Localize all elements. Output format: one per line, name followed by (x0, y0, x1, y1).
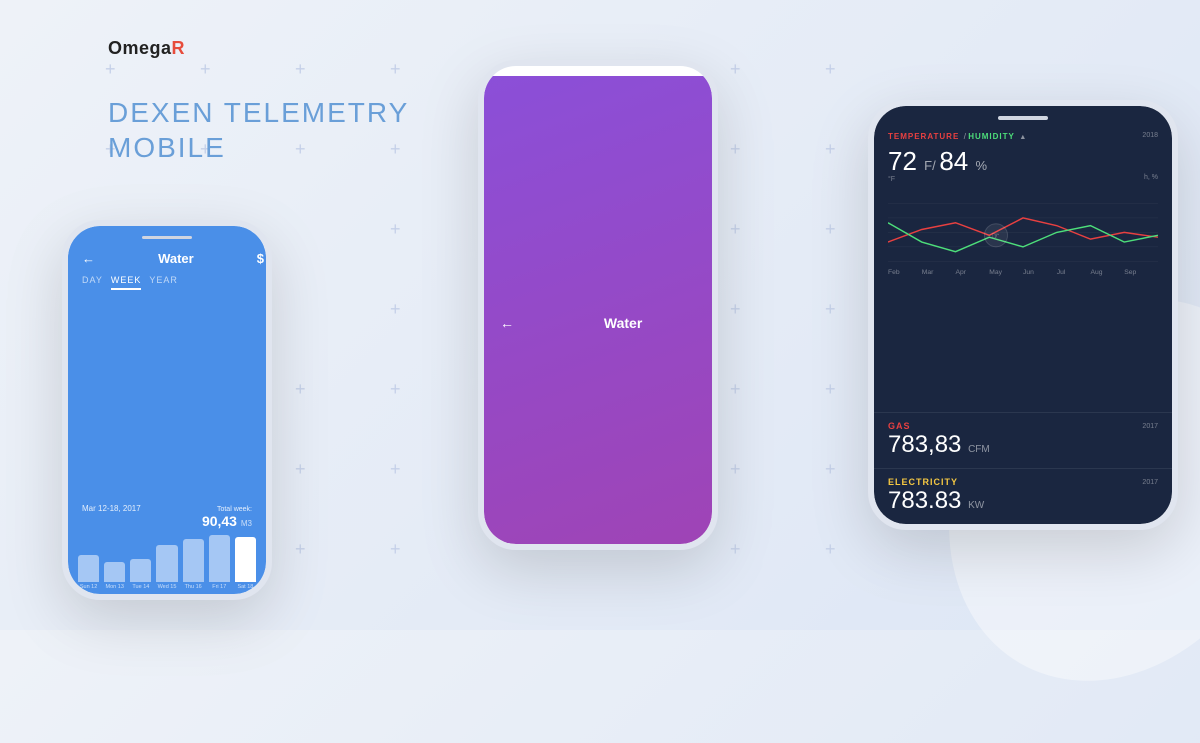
center-title: Water (604, 315, 642, 331)
tagline: DEXEN TELEMETRY MOBILE (108, 95, 409, 165)
gas-section: GAS 2017 783,83 CFM (874, 412, 1172, 468)
bar-label: Thu 16 (183, 584, 204, 590)
svg-text:May: May (989, 269, 1002, 276)
temp-chart-svg: Feb Mar Apr May Jun Jul Aug Sep ☞ (888, 189, 1158, 276)
left-bar-chart (68, 535, 266, 582)
svg-text:Apr: Apr (956, 269, 967, 276)
temp-axis-labels: °F h, % (888, 174, 1158, 183)
decorative-plus: + (825, 60, 836, 78)
left-date-row: Mar 12-18, 2017 Total week: 90,43 M3 (68, 498, 266, 531)
svg-text:Mar: Mar (922, 269, 934, 276)
decorative-plus: + (295, 540, 306, 558)
bar-label: Tue 14 (130, 584, 151, 590)
decorative-plus: + (390, 540, 401, 558)
svg-text:Jun: Jun (1023, 269, 1034, 276)
decorative-plus: + (825, 460, 836, 478)
bar-item (183, 539, 204, 582)
left-phone-header: ← Water $ DAY WEEK YEAR (68, 239, 266, 499)
left-nav-tabs: DAY WEEK YEAR (82, 272, 264, 290)
left-phone-title: Water (158, 251, 194, 266)
left-tab-day[interactable]: DAY (82, 272, 103, 290)
left-total-col: Total week: 90,43 M3 (202, 506, 252, 529)
bar-item (156, 545, 177, 582)
left-total-label: Total week: (202, 506, 252, 513)
decorative-plus: + (730, 380, 741, 398)
decorative-plus: + (105, 60, 116, 78)
temp-unit: F/ (924, 158, 939, 173)
decorative-plus: + (730, 60, 741, 78)
decorative-plus: + (730, 220, 741, 238)
center-phone: ← Water $ DAY WEEK YEAR Mar 18, 2017 TOT… (478, 60, 718, 550)
decorative-plus: + (825, 140, 836, 158)
decorative-plus: + (295, 60, 306, 78)
bar-label: Wed 15 (156, 584, 177, 590)
decorative-plus: + (390, 380, 401, 398)
decorative-plus: + (390, 300, 401, 318)
svg-text:Sep: Sep (1124, 269, 1136, 276)
elec-section: ELECTRICITY 2017 783.83 KW (874, 468, 1172, 524)
decorative-plus: + (825, 220, 836, 238)
left-phone: ← Water $ DAY WEEK YEAR Mar 12-18, 2017 … (62, 220, 272, 600)
center-header-row: ← Water $ (500, 76, 712, 544)
bar-label: Sun 12 (78, 584, 99, 590)
bar-item (235, 537, 256, 582)
left-tab-week[interactable]: WEEK (111, 272, 142, 290)
bar-label: Mon 13 (104, 584, 125, 590)
bar-item (78, 555, 99, 582)
right-phone: TEMPERATURE / HUMIDITY ▲ 2018 72 F/ 84 %… (868, 100, 1178, 530)
decorative-plus: + (295, 380, 306, 398)
bar-item (209, 535, 230, 582)
svg-text:Feb: Feb (888, 269, 900, 276)
bar-item (104, 562, 125, 582)
decorative-plus: + (390, 60, 401, 78)
bar-label: Fri 17 (209, 584, 230, 590)
left-total-value: 90,43 M3 (202, 513, 252, 529)
left-tab-year[interactable]: YEAR (149, 272, 178, 290)
right-phone-screen: TEMPERATURE / HUMIDITY ▲ 2018 72 F/ 84 %… (874, 106, 1172, 524)
decorative-plus: + (730, 460, 741, 478)
decorative-plus: + (730, 300, 741, 318)
left-date-label: Mar 12-18, 2017 (82, 504, 141, 513)
decorative-plus: + (295, 460, 306, 478)
temp-header: TEMPERATURE / HUMIDITY ▲ 2018 (888, 126, 1158, 144)
dollar-icon[interactable]: $ (257, 251, 264, 266)
center-back-icon[interactable]: ← (500, 315, 514, 331)
logo: OmegaR (108, 38, 185, 59)
decorative-plus: + (825, 540, 836, 558)
center-hero: ← Water $ DAY WEEK YEAR Mar 18, 2017 TOT… (484, 76, 712, 544)
left-header-row: ← Water $ (82, 251, 264, 266)
decorative-plus: + (200, 60, 211, 78)
bar-label: Sat 18 (235, 584, 256, 590)
bar-item (130, 559, 151, 582)
decorative-plus: + (825, 300, 836, 318)
temp-reading: 72 F/ 84 % (888, 148, 1158, 174)
decorative-plus: + (730, 140, 741, 158)
decorative-plus: + (390, 460, 401, 478)
temp-section: TEMPERATURE / HUMIDITY ▲ 2018 72 F/ 84 %… (874, 120, 1172, 412)
svg-text:☞: ☞ (991, 231, 1000, 242)
left-bar-labels: Sun 12 Mon 13 Tue 14 Wed 15 Thu 16 Fri 17 Sat … (68, 582, 266, 594)
temp-label: TEMPERATURE / HUMIDITY ▲ (888, 126, 1026, 144)
decorative-plus: + (390, 220, 401, 238)
svg-text:Aug: Aug (1090, 269, 1102, 276)
decorative-plus: + (730, 540, 741, 558)
back-arrow-icon[interactable]: ← (82, 251, 95, 266)
center-phone-screen: ← Water $ DAY WEEK YEAR Mar 18, 2017 TOT… (484, 66, 712, 544)
decorative-plus: + (825, 380, 836, 398)
svg-text:Jul: Jul (1057, 269, 1066, 276)
left-phone-screen: ← Water $ DAY WEEK YEAR Mar 12-18, 2017 … (68, 226, 266, 594)
humidity-unit: % (975, 158, 987, 173)
